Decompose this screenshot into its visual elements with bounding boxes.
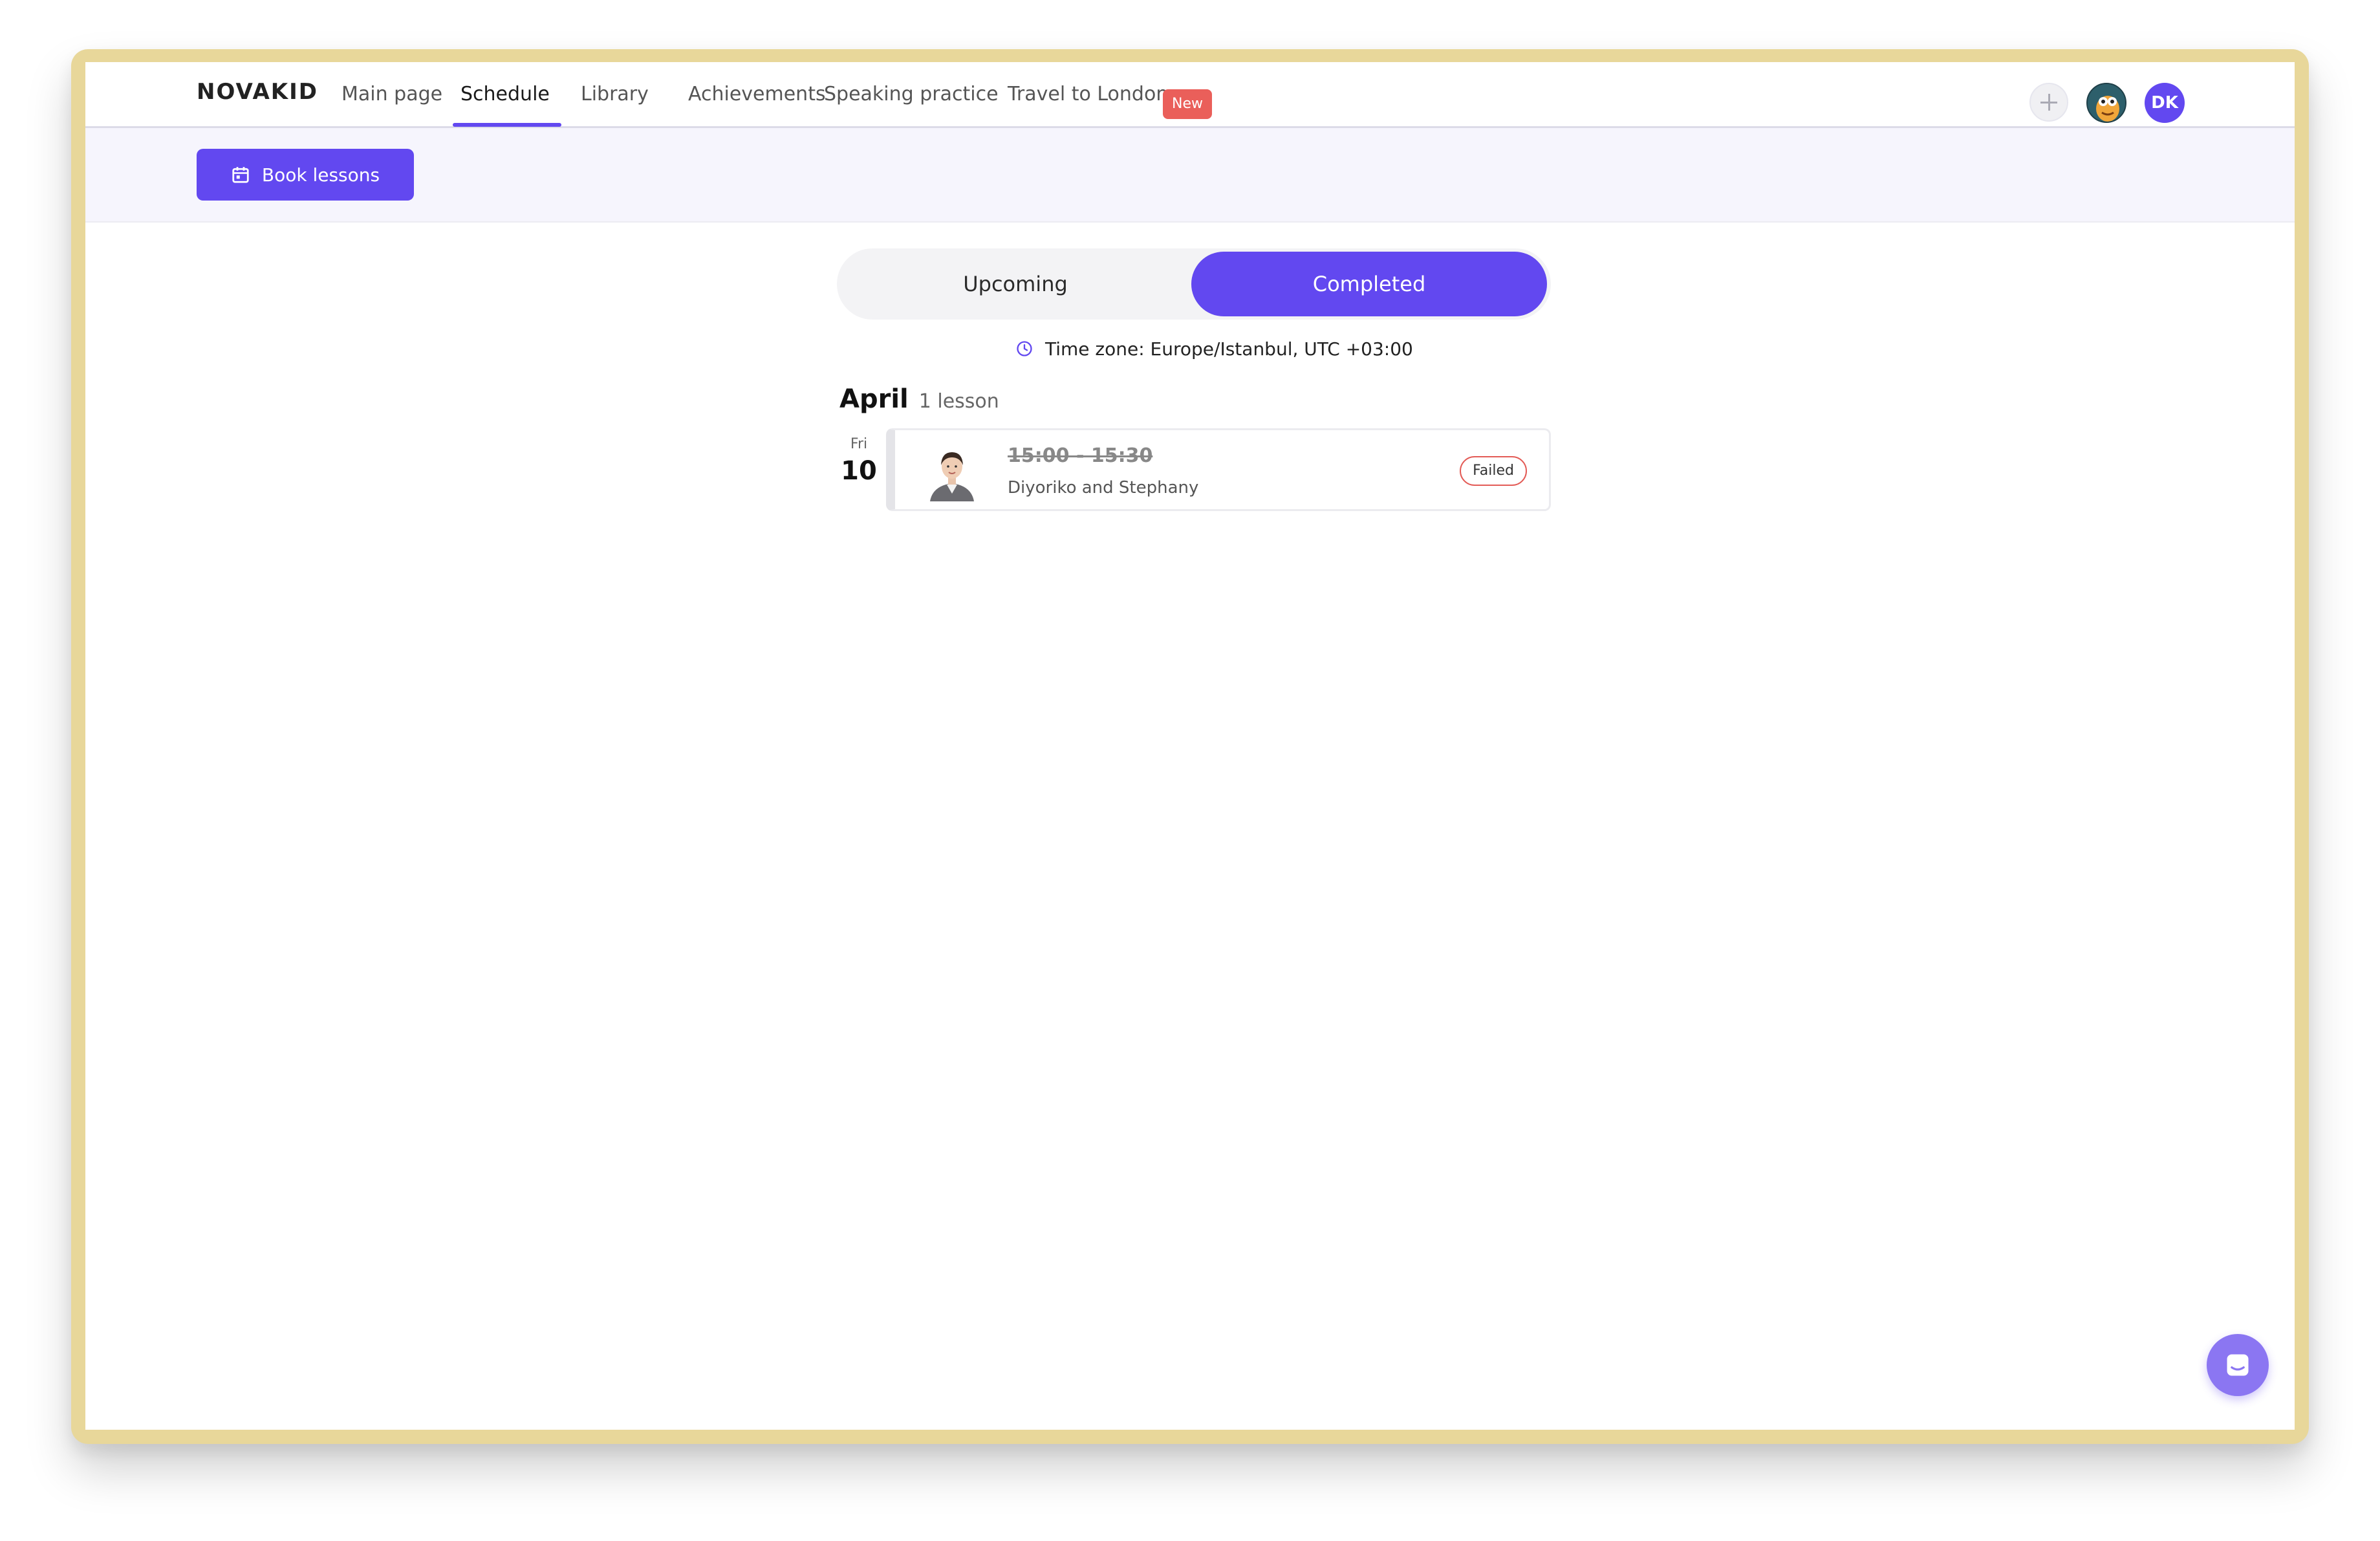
- lesson-date: Fri 10: [839, 436, 878, 486]
- top-navigation: NOVAKID Main page Schedule Library Achie…: [85, 62, 2295, 128]
- teacher-avatar: [925, 443, 979, 501]
- nav-library[interactable]: Library: [581, 76, 649, 128]
- day-name: Fri: [850, 436, 868, 452]
- app-window: NOVAKID Main page Schedule Library Achie…: [85, 62, 2295, 1430]
- nav-travel-to-london[interactable]: Travel to London: [1008, 76, 1168, 128]
- support-chat-button[interactable]: [2207, 1334, 2269, 1396]
- calendar-icon: [232, 167, 249, 183]
- teacher-photo-icon: [925, 443, 979, 501]
- window-frame: NOVAKID Main page Schedule Library Achie…: [71, 49, 2309, 1444]
- clock-icon: [1017, 341, 1032, 356]
- chat-icon: [2227, 1354, 2249, 1376]
- lesson-time: 15:00 - 15:30: [1008, 444, 1153, 467]
- lesson-participants: Diyoriko and Stephany: [1008, 478, 1199, 497]
- monster-avatar-icon: [2088, 84, 2125, 122]
- tab-completed[interactable]: Completed: [1191, 252, 1547, 316]
- tab-upcoming[interactable]: Upcoming: [841, 252, 1190, 316]
- month-title: April: [839, 384, 909, 414]
- nav-active-indicator: [453, 123, 561, 127]
- lesson-count: 1 lesson: [918, 390, 999, 413]
- month-header: April 1 lesson: [839, 384, 999, 414]
- add-profile-button[interactable]: [2029, 83, 2068, 122]
- lessons-filter-toggle: Upcoming Completed: [837, 248, 1551, 320]
- nav-achievements[interactable]: Achievements: [688, 76, 826, 128]
- lesson-card[interactable]: 15:00 - 15:30 Diyoriko and Stephany Fail…: [886, 428, 1551, 511]
- nav-main-page[interactable]: Main page: [341, 76, 442, 128]
- user-avatar[interactable]: DK: [2145, 83, 2185, 123]
- book-lessons-button[interactable]: Book lessons: [197, 149, 414, 201]
- status-badge: Failed: [1460, 456, 1527, 486]
- timezone-text: Time zone: Europe/Istanbul, UTC +03:00: [1045, 338, 1413, 360]
- nav-speaking-practice[interactable]: Speaking practice: [824, 76, 999, 128]
- action-bar: Book lessons: [85, 128, 2295, 223]
- child-avatar[interactable]: [2086, 83, 2126, 123]
- timezone-info: Time zone: Europe/Istanbul, UTC +03:00: [1015, 333, 1413, 365]
- nav-schedule[interactable]: Schedule: [460, 76, 550, 128]
- novakid-logo[interactable]: NOVAKID: [197, 79, 318, 105]
- day-number: 10: [841, 456, 877, 486]
- book-lessons-label: Book lessons: [261, 164, 380, 186]
- new-badge: New: [1163, 89, 1212, 119]
